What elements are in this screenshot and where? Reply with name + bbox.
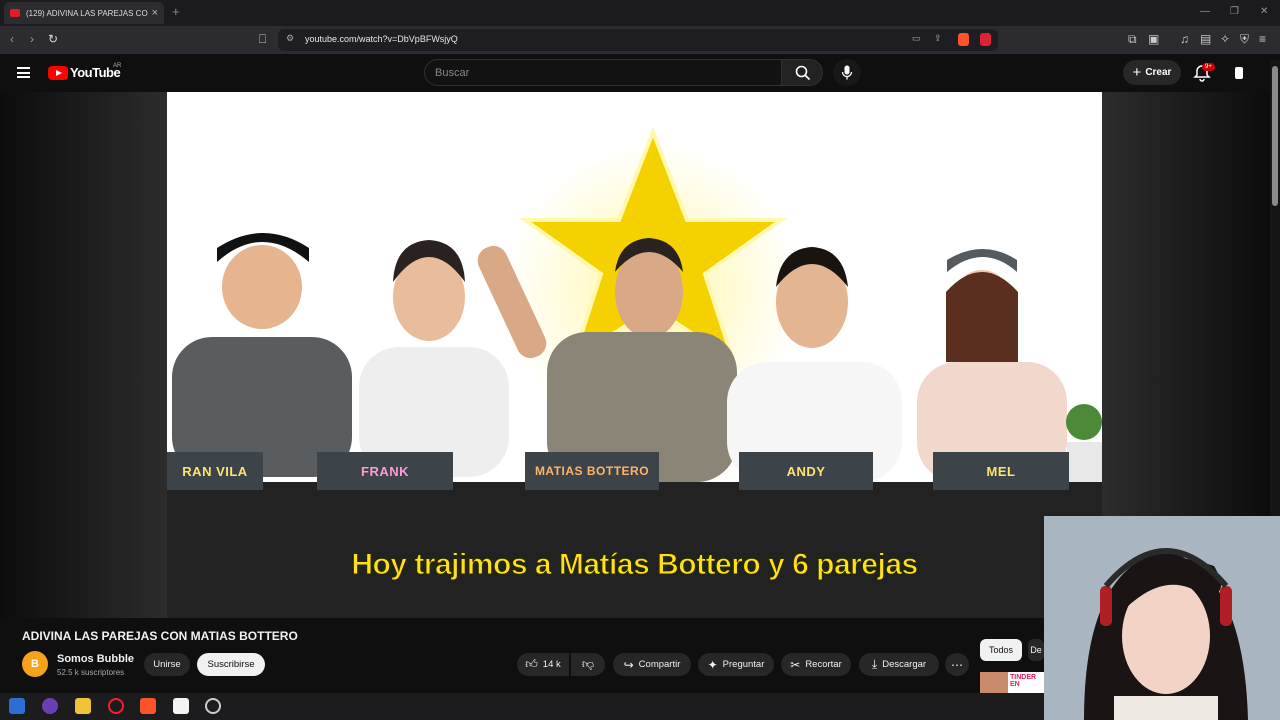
browser-menu-icon[interactable]: ≡ bbox=[1259, 32, 1266, 46]
youtube-header: YouTube AR + Crear 9+ bbox=[0, 54, 1280, 92]
join-button[interactable]: Unirse bbox=[144, 653, 190, 676]
close-tab-icon[interactable]: × bbox=[152, 7, 158, 19]
browser-tab-strip: (129) ADIVINA LAS PAREJAS CON MATIAS BOT… bbox=[0, 0, 1280, 26]
microphone-icon bbox=[841, 65, 853, 80]
recommendation-thumb-text: TINDER EN bbox=[1010, 674, 1037, 688]
video-caption: Hoy trajimos a Matías Bottero y 6 pareja… bbox=[351, 548, 919, 582]
address-bar[interactable]: ⚙ youtube.com/watch?v=DbVpBFWsjyQ ▭ ⇪ bbox=[278, 29, 998, 51]
close-window-icon[interactable]: ✕ bbox=[1260, 6, 1268, 17]
streamer-webcam-image bbox=[1044, 516, 1280, 720]
recommendation-thumbnail[interactable]: TINDER EN bbox=[980, 672, 1044, 693]
youtube-logo-icon[interactable] bbox=[48, 66, 68, 80]
channel-avatar[interactable]: B bbox=[22, 651, 48, 677]
browser-tab[interactable]: (129) ADIVINA LAS PAREJAS CON MATIAS BOT… bbox=[4, 2, 164, 24]
dislike-button[interactable]: 👎︎ bbox=[571, 653, 605, 676]
name-card-mel: MEL bbox=[933, 452, 1069, 490]
search-button[interactable] bbox=[781, 59, 823, 86]
share-button[interactable]: ↪ Compartir bbox=[613, 653, 691, 676]
leo-ai-icon[interactable]: ✧ bbox=[1220, 32, 1230, 46]
notification-badge: 9+ bbox=[1202, 63, 1215, 71]
video-player[interactable]: RAN VILA FRANK MATIAS BOTTERO ANDY MEL H… bbox=[167, 92, 1102, 618]
thumbs-down-icon: 👎︎ bbox=[581, 657, 595, 671]
tab-title: (129) ADIVINA LAS PAREJAS CON MATIAS BOT… bbox=[26, 8, 148, 18]
create-label: Crear bbox=[1145, 67, 1172, 78]
minimize-icon[interactable]: — bbox=[1200, 6, 1210, 17]
restore-icon[interactable]: ❐ bbox=[1230, 6, 1239, 17]
forward-icon[interactable]: › bbox=[30, 32, 34, 46]
site-info-icon[interactable]: ⚙ bbox=[286, 33, 294, 44]
name-card-ran-vila: RAN VILA bbox=[167, 452, 263, 490]
name-card-frank: FRANK bbox=[317, 452, 453, 490]
url-text: youtube.com/watch?v=DbVpBFWsjyQ bbox=[305, 34, 458, 44]
file-explorer-icon[interactable] bbox=[75, 698, 91, 714]
app-icon-2[interactable] bbox=[205, 698, 221, 714]
clip-button[interactable]: ✂ Recortar bbox=[781, 653, 851, 676]
plus-icon: + bbox=[1132, 64, 1142, 81]
media-icon[interactable]: ♫ bbox=[1180, 32, 1189, 46]
subscriber-count: 52.5 k suscriptores bbox=[57, 668, 125, 677]
webcam-overlay bbox=[1044, 516, 1280, 720]
person-ran-vila bbox=[172, 233, 352, 477]
brave-browser-icon[interactable] bbox=[140, 698, 156, 714]
bookmark-icon[interactable]: ⎕ bbox=[259, 32, 266, 47]
subscribe-button[interactable]: Suscribirse bbox=[197, 653, 265, 676]
video-title: ADIVINA LAS PAREJAS CON MATIAS BOTTERO bbox=[22, 629, 298, 643]
scissors-icon: ✂ bbox=[790, 657, 801, 672]
youtube-favicon-icon bbox=[10, 9, 20, 17]
scrollbar-thumb[interactable] bbox=[1272, 66, 1278, 206]
download-button[interactable]: ⤓ Descargar bbox=[859, 653, 939, 676]
download-icon: ⤓ bbox=[871, 657, 878, 671]
vpn-icon[interactable]: ⛨ bbox=[1240, 32, 1249, 47]
notepad-icon[interactable] bbox=[173, 698, 189, 714]
name-card-matias-bottero: MATIAS BOTTERO bbox=[525, 452, 659, 490]
channel-name[interactable]: Somos Bubble bbox=[57, 653, 134, 665]
country-code: AR bbox=[113, 63, 122, 69]
clip-label: Recortar bbox=[805, 659, 842, 670]
cast-icon[interactable]: ▭ bbox=[912, 33, 921, 44]
browser-toolbar: ‹ › ↻ ⎕ ⚙ youtube.com/watch?v=DbVpBFWsjy… bbox=[0, 26, 1280, 54]
search-icon bbox=[795, 65, 811, 81]
create-button[interactable]: + Crear bbox=[1123, 60, 1181, 85]
reload-icon[interactable]: ↻ bbox=[48, 32, 58, 46]
app-icon-1[interactable] bbox=[42, 698, 58, 714]
new-tab-icon[interactable]: + bbox=[172, 4, 180, 19]
opera-icon[interactable] bbox=[108, 698, 124, 714]
person-mel bbox=[917, 249, 1067, 482]
share-icon: ↪ bbox=[623, 657, 634, 672]
brave-shield-icon[interactable] bbox=[958, 33, 969, 46]
guide-menu-icon[interactable] bbox=[17, 67, 30, 78]
search-input[interactable] bbox=[424, 59, 782, 86]
start-menu-icon[interactable] bbox=[9, 698, 25, 714]
thumbnail-person-image bbox=[980, 672, 1008, 693]
wallet-icon[interactable]: ▤ bbox=[1200, 32, 1211, 46]
back-icon[interactable]: ‹ bbox=[10, 32, 14, 46]
like-count: 14 k bbox=[542, 659, 561, 670]
name-card-andy: ANDY bbox=[739, 452, 873, 490]
chip-de[interactable]: De bbox=[1028, 639, 1044, 661]
more-actions-button[interactable]: ⋯ bbox=[945, 653, 969, 676]
brave-rewards-icon[interactable] bbox=[980, 33, 991, 46]
thumbs-up-icon: 👍︎ bbox=[525, 657, 538, 671]
like-button[interactable]: 👍︎ 14 k bbox=[517, 653, 569, 676]
ask-label: Preguntar bbox=[722, 659, 765, 670]
share-label: Compartir bbox=[638, 659, 681, 670]
windows-taskbar bbox=[0, 693, 1044, 720]
account-avatar[interactable] bbox=[1230, 64, 1248, 82]
ask-button[interactable]: ✦ Preguntar bbox=[698, 653, 774, 676]
more-icon: ⋯ bbox=[951, 657, 963, 672]
voice-search-button[interactable] bbox=[833, 59, 861, 86]
share-page-icon[interactable]: ⇪ bbox=[934, 33, 942, 44]
sidebar-icon[interactable]: ▣ bbox=[1148, 32, 1159, 46]
chip-all[interactable]: Todos bbox=[980, 639, 1022, 661]
page-background-left bbox=[0, 92, 167, 618]
extensions-icon[interactable]: ⧉ bbox=[1128, 32, 1137, 47]
sparkle-icon: ✦ bbox=[707, 657, 718, 672]
user-icon bbox=[1230, 64, 1248, 82]
download-label: Descargar bbox=[882, 659, 927, 670]
